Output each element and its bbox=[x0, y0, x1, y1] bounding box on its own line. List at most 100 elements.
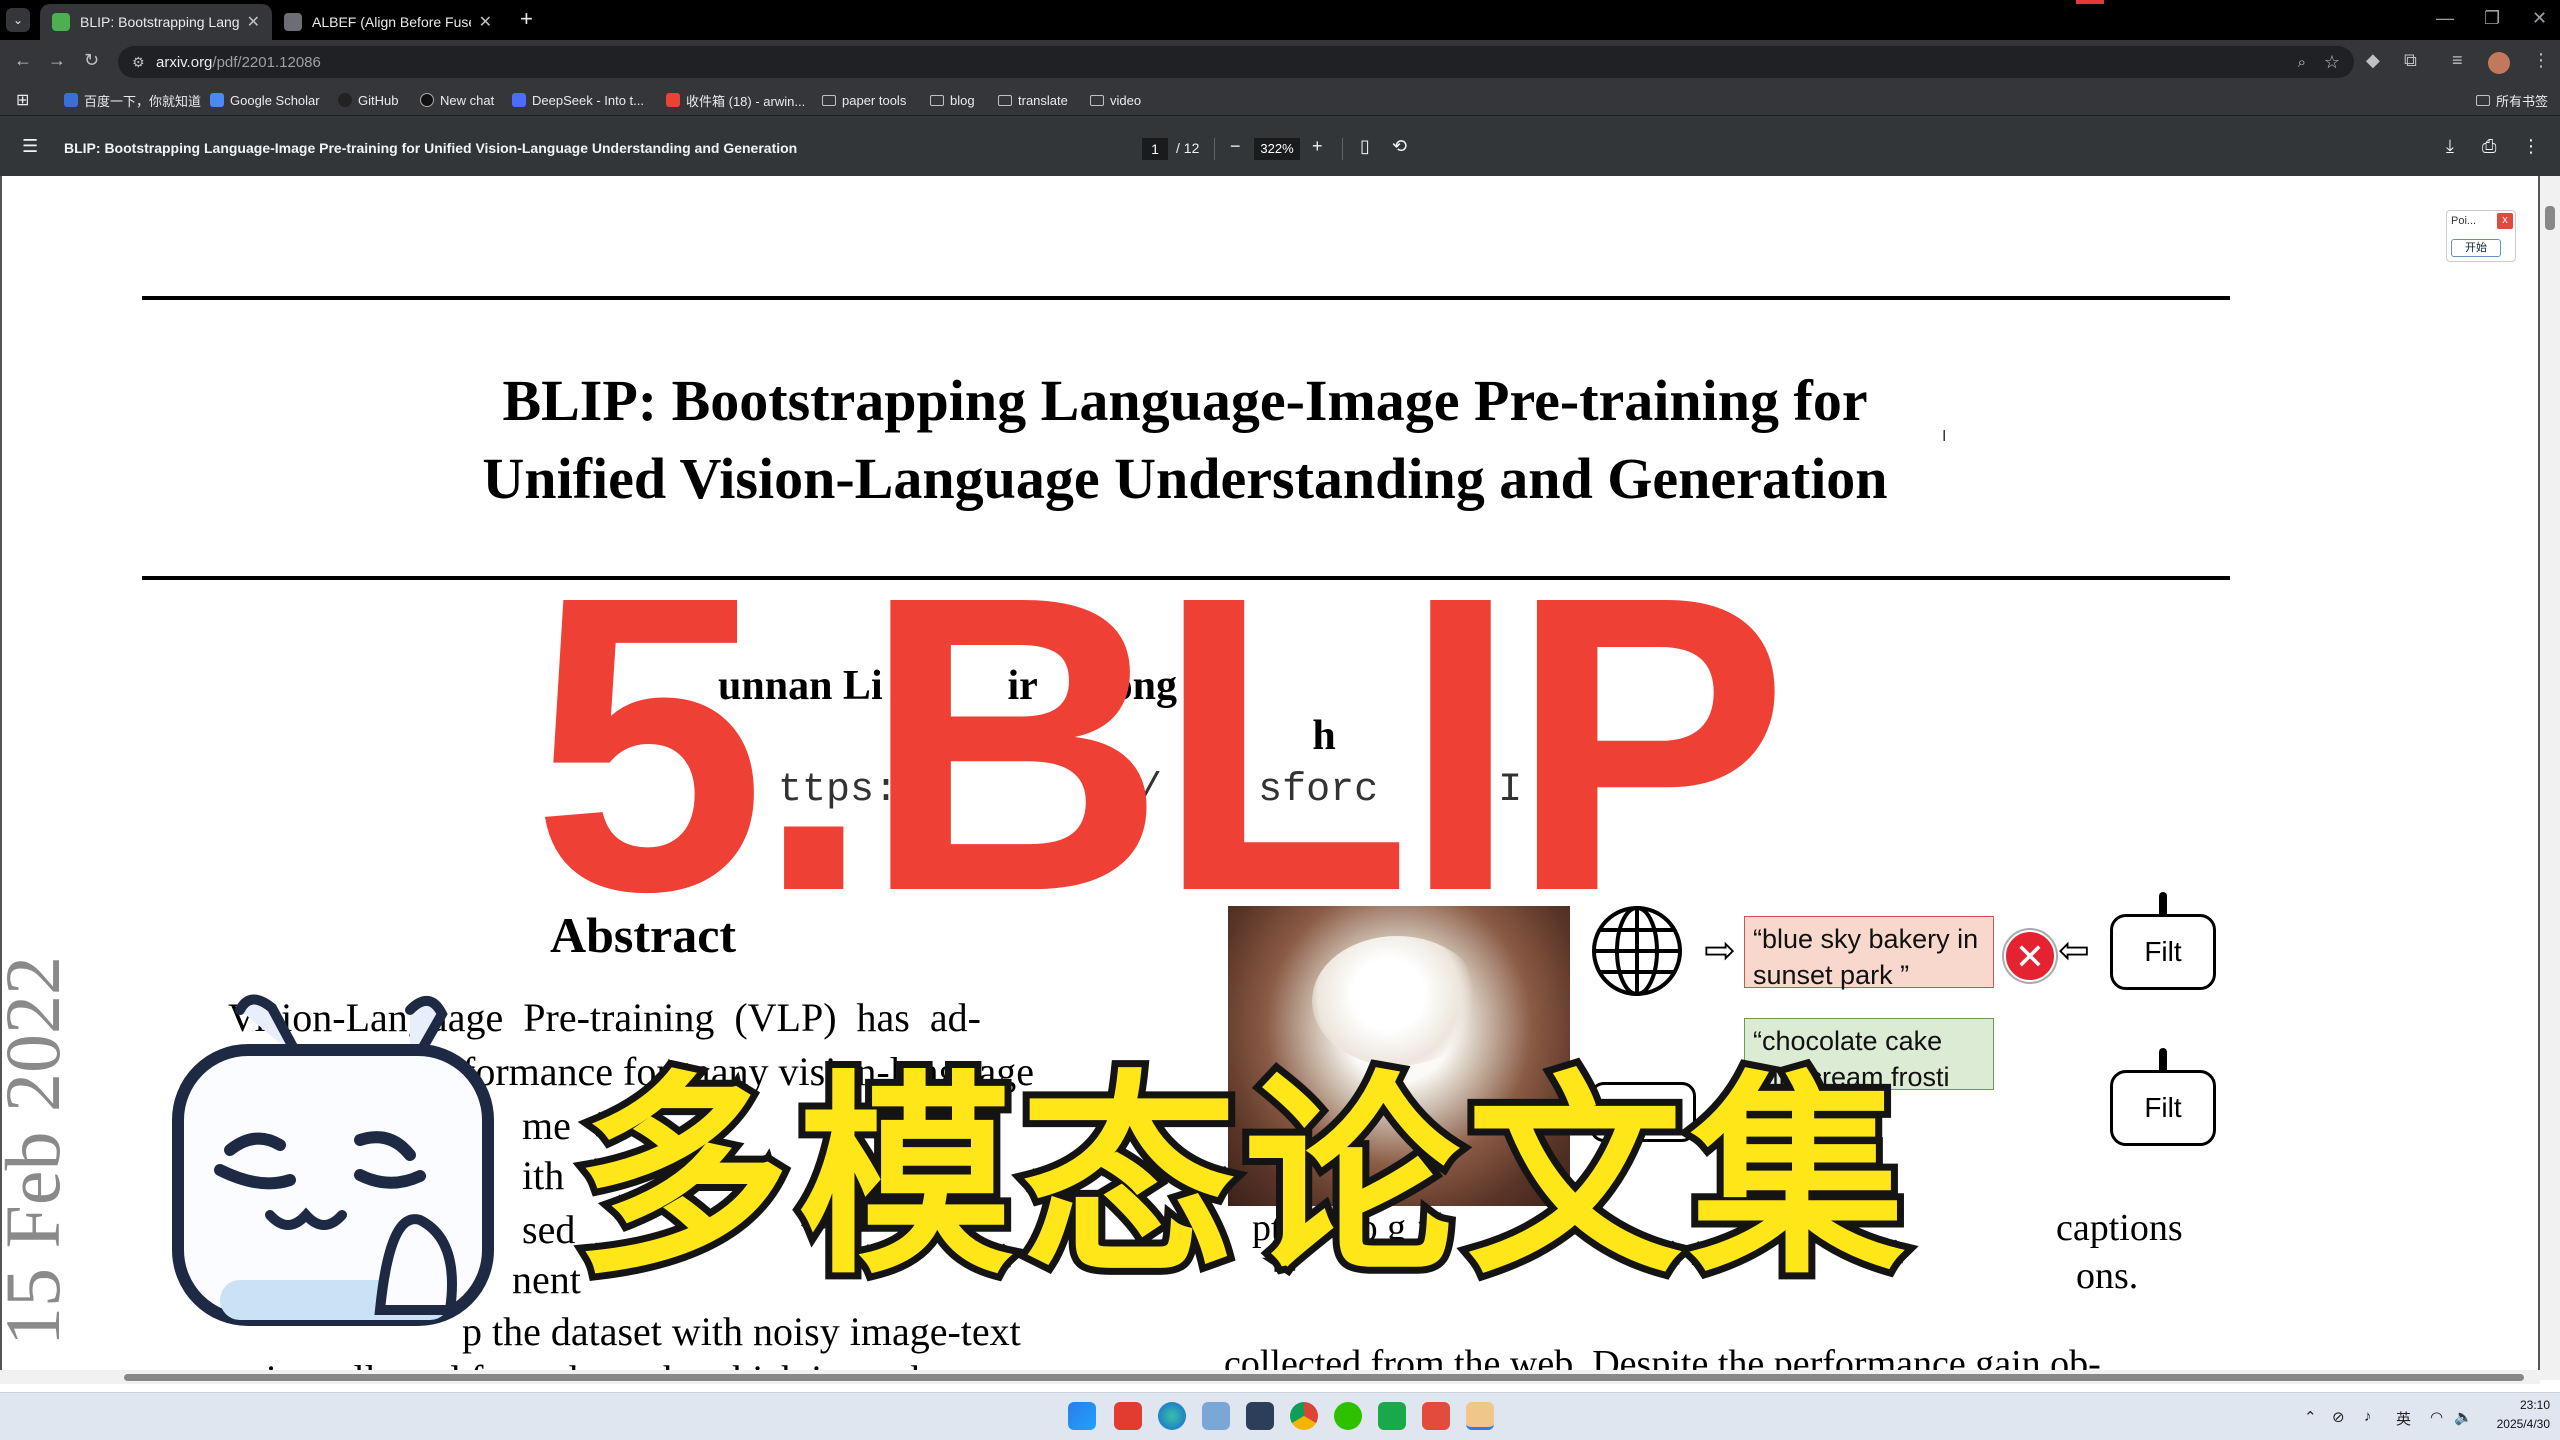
bilibili-mascot-icon bbox=[172, 994, 494, 1326]
overlay-subtitle-cn: 多模态论文集 bbox=[568, 1045, 1913, 1310]
robot-antenna bbox=[2159, 1048, 2167, 1072]
bookmark-folder-video[interactable]: video bbox=[1090, 90, 1141, 110]
zoom-level-input[interactable]: 322% bbox=[1254, 138, 1300, 160]
overlay-title-blip: 5.BLIP bbox=[532, 510, 1789, 979]
bookmark-github[interactable]: GitHub bbox=[338, 90, 398, 110]
paper-title: BLIP: Bootstrapping Language-Image Pre-t… bbox=[400, 362, 1970, 518]
bookmark-folder-blog[interactable]: blog bbox=[930, 90, 975, 110]
pdf-sidebar-menu-icon[interactable]: ☰ bbox=[22, 136, 38, 157]
clock-time[interactable]: 23:10 bbox=[2510, 1398, 2550, 1412]
download-icon[interactable]: ⤓ bbox=[2446, 136, 2454, 157]
vertical-scroll-thumb[interactable] bbox=[2545, 206, 2555, 230]
all-bookmarks[interactable]: 所有书签 bbox=[2476, 90, 2548, 110]
extension-ai-icon[interactable]: ◆ bbox=[2366, 50, 2380, 71]
tray-network-off-icon[interactable]: ⊘ bbox=[2332, 1408, 2345, 1426]
edge-icon[interactable] bbox=[1158, 1402, 1186, 1430]
windows-start-icon[interactable] bbox=[1068, 1402, 1096, 1430]
profile-avatar[interactable] bbox=[2488, 52, 2510, 74]
tab-title: ALBEF (Align Before Fuse) bbox=[312, 14, 471, 30]
horizontal-scroll-thumb[interactable] bbox=[124, 1374, 2524, 1381]
top-rule bbox=[142, 296, 2230, 300]
apps-grid-icon[interactable]: ⊞ bbox=[16, 90, 29, 110]
bookmark-new-chat[interactable]: New chat bbox=[420, 90, 494, 110]
baidu-icon bbox=[64, 93, 78, 107]
page-total: / 12 bbox=[1176, 140, 1200, 156]
app-icon[interactable] bbox=[1202, 1402, 1230, 1430]
bookmark-folder-paper-tools[interactable]: paper tools bbox=[822, 90, 906, 110]
pdf-title: BLIP: Bootstrapping Language-Image Pre-t… bbox=[64, 140, 798, 156]
paint-icon[interactable] bbox=[1466, 1402, 1494, 1430]
zoom-icon[interactable]: ⌕ bbox=[2298, 54, 2306, 71]
extension-start-button[interactable]: 开始 bbox=[2451, 239, 2501, 257]
print-icon[interactable]: ⎙ bbox=[2482, 136, 2496, 157]
bookmark-deepseek[interactable]: DeepSeek - Into t... bbox=[512, 90, 644, 110]
chrome-icon[interactable] bbox=[1290, 1402, 1318, 1430]
arxiv-favicon-icon bbox=[52, 13, 70, 31]
address-bar[interactable]: ⚙ arxiv.org/pdf/2201.12086 ⌕ ☆ bbox=[118, 46, 2354, 78]
page-number-input[interactable]: 1 bbox=[1142, 138, 1168, 160]
pdf-divider bbox=[1214, 138, 1215, 160]
fit-page-icon[interactable]: ▯ bbox=[1360, 136, 1370, 157]
wechat-icon[interactable] bbox=[1334, 1402, 1362, 1430]
zoom-out-icon[interactable]: − bbox=[1230, 136, 1241, 157]
bookmark-folder-translate[interactable]: translate bbox=[998, 90, 1068, 110]
tab-blip[interactable]: BLIP: Bootstrapping Languag ✕ bbox=[40, 4, 272, 40]
close-window-button[interactable]: ✕ bbox=[2532, 8, 2547, 29]
bookmark-baidu[interactable]: 百度一下，你就知道 bbox=[64, 90, 201, 110]
tray-mic-icon[interactable]: ♪ bbox=[2364, 1408, 2372, 1425]
bookmark-star-icon[interactable]: ☆ bbox=[2324, 52, 2340, 73]
pdf-more-icon[interactable]: ⋮ bbox=[2522, 136, 2540, 157]
noisy-caption-box: “blue sky bakery in sunset park ” bbox=[1744, 916, 1994, 990]
bookmark-google-scholar[interactable]: Google Scholar bbox=[210, 90, 320, 110]
folder-icon bbox=[1090, 94, 1104, 106]
robot-antenna bbox=[2159, 892, 2167, 916]
tab-close-icon[interactable]: ✕ bbox=[479, 12, 492, 32]
tray-chevron-icon[interactable]: ⌃ bbox=[2304, 1408, 2317, 1426]
wps-icon[interactable] bbox=[1114, 1402, 1142, 1430]
rotate-icon[interactable]: ⟲ bbox=[1392, 136, 1407, 157]
tab-albef[interactable]: ALBEF (Align Before Fuse) ✕ bbox=[272, 4, 504, 40]
bookmark-gmail[interactable]: 收件箱 (18) - arwin... bbox=[666, 90, 805, 110]
tray-volume-icon[interactable]: 🔈 bbox=[2454, 1408, 2473, 1426]
red-app-icon[interactable] bbox=[1422, 1402, 1450, 1430]
tab-title: BLIP: Bootstrapping Languag bbox=[80, 14, 239, 30]
reload-icon[interactable]: ↻ bbox=[84, 50, 99, 71]
menu-icon[interactable]: ⋮ bbox=[2532, 50, 2550, 71]
vertical-scrollbar[interactable] bbox=[2540, 176, 2560, 1380]
tray-lang[interactable]: 英 bbox=[2396, 1408, 2411, 1429]
zoom-in-icon[interactable]: + bbox=[1312, 136, 1323, 157]
green-app-icon[interactable] bbox=[1378, 1402, 1406, 1430]
url-path: /pdf/2201.12086 bbox=[212, 53, 321, 71]
cat-icon[interactable] bbox=[1246, 1402, 1274, 1430]
clock-date[interactable]: 2025/4/30 bbox=[2478, 1417, 2550, 1431]
record-indicator bbox=[2076, 0, 2104, 4]
pdf-divider bbox=[1342, 138, 1343, 160]
media-icon[interactable]: ≡ bbox=[2452, 50, 2463, 71]
extension-popup-close[interactable]: x bbox=[2497, 213, 2513, 229]
abstract-line: p the dataset with noisy image-text bbox=[462, 1309, 1021, 1354]
tab-close-icon[interactable]: ✕ bbox=[247, 12, 260, 32]
github-icon bbox=[338, 93, 352, 107]
folder-icon bbox=[930, 94, 944, 106]
reject-x-icon: ✕ bbox=[2004, 930, 2056, 982]
right-column-line: ons. bbox=[2076, 1255, 2139, 1297]
tab-search-button[interactable]: ⌄ bbox=[6, 8, 30, 32]
site-info-icon[interactable]: ⚙ bbox=[132, 54, 145, 71]
arxiv-stamp: 15 Feb 2022 bbox=[2, 956, 76, 1346]
gmail-icon bbox=[666, 93, 680, 107]
url-host: arxiv.org bbox=[156, 53, 213, 71]
minimize-button[interactable]: — bbox=[2436, 8, 2454, 29]
forward-icon[interactable]: → bbox=[48, 50, 66, 71]
folder-icon bbox=[2476, 94, 2490, 106]
extensions-icon[interactable]: ⧉ bbox=[2404, 50, 2417, 71]
back-icon[interactable]: ← bbox=[14, 50, 32, 71]
windows-taskbar bbox=[0, 1392, 2560, 1440]
restore-button[interactable]: ❐ bbox=[2484, 8, 2500, 29]
tray-wifi-icon[interactable]: ◠ bbox=[2430, 1408, 2443, 1426]
filter-robot-2: Filt bbox=[2110, 1070, 2216, 1146]
deepseek-icon bbox=[512, 93, 526, 107]
new-tab-button[interactable]: + bbox=[520, 6, 533, 32]
extension-popup-title: Poi... bbox=[2451, 215, 2477, 227]
arxiv-favicon-icon bbox=[284, 13, 302, 31]
paper-title-line-1: BLIP: Bootstrapping Language-Image Pre-t… bbox=[502, 368, 1868, 433]
